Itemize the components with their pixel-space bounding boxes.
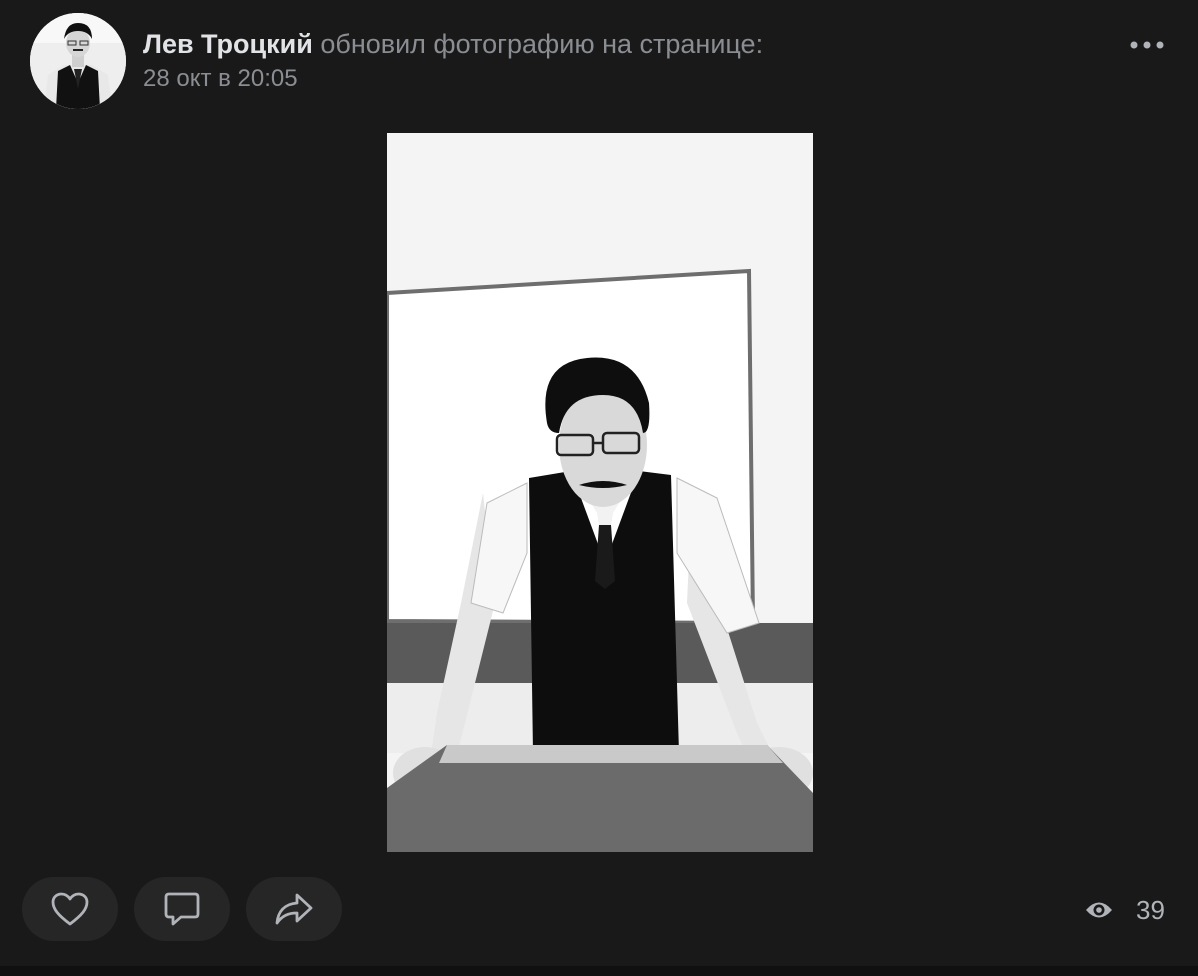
share-button[interactable] xyxy=(246,877,342,941)
author-name[interactable]: Лев Троцкий xyxy=(143,29,313,59)
post-card: Лев Троцкий обновил фотографию на страни… xyxy=(0,0,1198,967)
post-header: Лев Троцкий обновил фотографию на страни… xyxy=(143,28,763,94)
feed-separator xyxy=(0,966,1198,976)
more-horizontal-icon xyxy=(1130,41,1164,49)
eye-icon xyxy=(1086,902,1112,918)
author-avatar[interactable] xyxy=(30,13,126,109)
more-options-button[interactable] xyxy=(1124,32,1170,58)
share-arrow-icon xyxy=(275,893,313,925)
views-count: 39 xyxy=(1136,894,1165,925)
post-title-line: Лев Троцкий обновил фотографию на страни… xyxy=(143,28,763,60)
like-button[interactable] xyxy=(22,877,118,941)
post-photo[interactable] xyxy=(387,133,813,852)
heart-icon xyxy=(51,892,89,926)
views-counter: 39 xyxy=(1084,890,1165,930)
comment-bubble-icon xyxy=(164,892,200,926)
comment-button[interactable] xyxy=(134,877,230,941)
post-action-text: обновил фотографию на странице: xyxy=(320,29,764,59)
post-date[interactable]: 28 окт в 20:05 xyxy=(143,64,763,94)
